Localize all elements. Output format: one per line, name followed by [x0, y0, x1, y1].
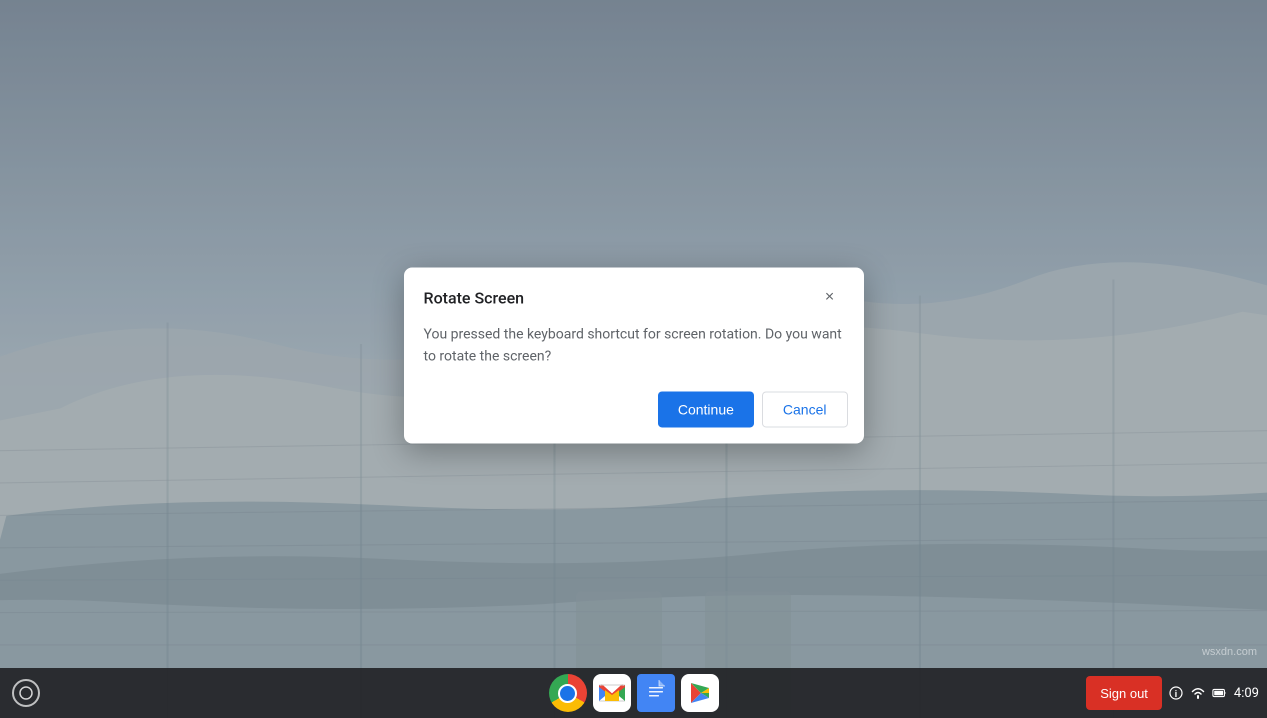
dialog-close-button[interactable]: ×	[816, 283, 844, 311]
watermark: wsxdn.com	[1202, 646, 1257, 658]
sign-out-button[interactable]: Sign out	[1086, 676, 1162, 710]
time-display: 4:09	[1234, 686, 1259, 701]
docs-dock-icon[interactable]	[636, 673, 676, 713]
cancel-button[interactable]: Cancel	[762, 391, 848, 427]
svg-text:i: i	[1175, 690, 1177, 700]
continue-button[interactable]: Continue	[658, 391, 754, 427]
launcher-icon	[12, 679, 40, 707]
wifi-tray-icon	[1190, 685, 1206, 701]
gmail-dock-icon[interactable]	[592, 673, 632, 713]
dialog-message: You pressed the keyboard shortcut for sc…	[424, 326, 842, 364]
gmail-icon	[593, 674, 631, 712]
system-tray: i 4:09	[1168, 685, 1259, 701]
taskbar-right: Sign out i	[1086, 676, 1259, 710]
play-store-icon	[681, 674, 719, 712]
dialog-header: Rotate Screen ×	[404, 267, 864, 319]
info-tray-icon: i	[1168, 685, 1184, 701]
chrome-icon	[549, 674, 587, 712]
play-dock-icon[interactable]	[680, 673, 720, 713]
chrome-dock-icon[interactable]	[548, 673, 588, 713]
taskbar-left	[8, 675, 44, 711]
battery-tray-icon	[1212, 685, 1228, 701]
dialog-title: Rotate Screen	[424, 288, 525, 307]
rotate-screen-dialog: Rotate Screen × You pressed the keyboard…	[404, 267, 864, 443]
dialog-actions: Continue Cancel	[404, 383, 864, 443]
close-icon: ×	[825, 288, 834, 306]
taskbar: Sign out i	[0, 668, 1267, 718]
taskbar-dock	[548, 673, 720, 713]
launcher-button[interactable]	[8, 675, 44, 711]
docs-icon	[637, 674, 675, 712]
dialog-body: You pressed the keyboard shortcut for sc…	[404, 319, 864, 383]
